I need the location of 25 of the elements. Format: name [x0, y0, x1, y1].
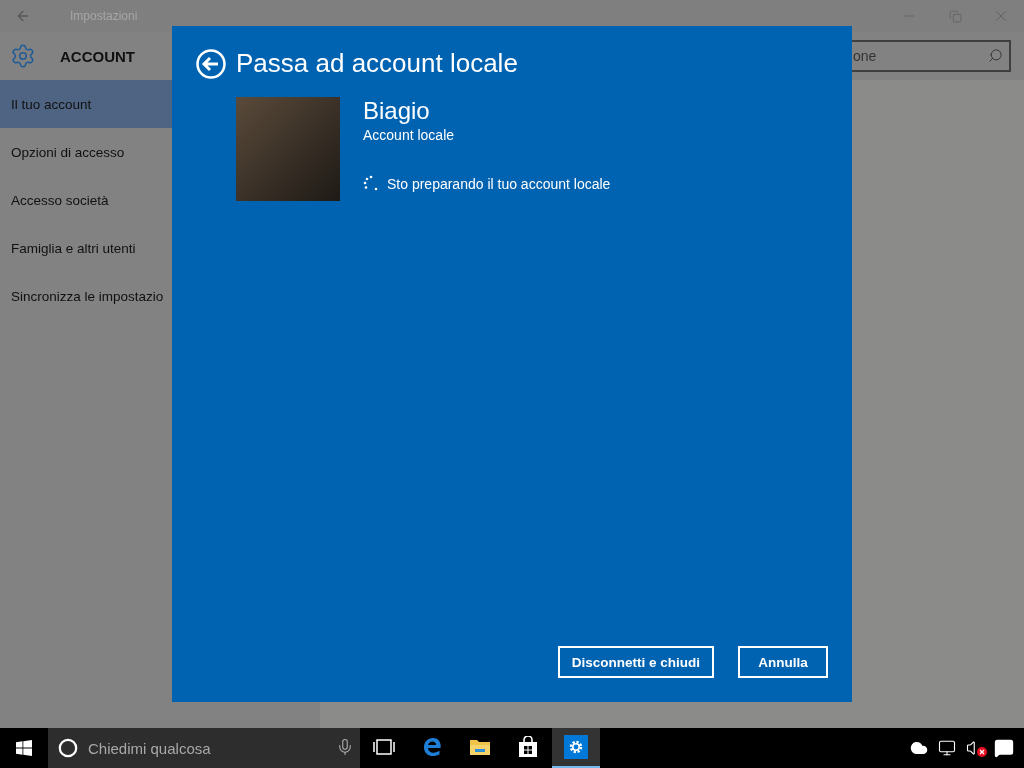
- microphone-icon: [336, 738, 354, 756]
- account-type: Account locale: [363, 127, 456, 143]
- user-name: Biagio: [363, 97, 431, 125]
- settings-icon: [10, 43, 36, 69]
- dialog-button[interactable]: Disconnetti e chiudi: [557, 646, 714, 678]
- back-button[interactable]: [196, 48, 226, 79]
- task-view-icon: [373, 739, 395, 755]
- volume-muted-icon[interactable]: [966, 739, 984, 757]
- search-icon: [988, 48, 1003, 63]
- dialog-button[interactable]: Annulla: [738, 646, 828, 678]
- loading-spinner-icon: [363, 175, 379, 192]
- taskbar-search-field[interactable]: Chiedimi qualcosa: [48, 728, 360, 768]
- notification-icon[interactable]: [994, 738, 1014, 758]
- status-text: Sto preparando il tuo account locale: [387, 175, 611, 192]
- taskbar-app-button[interactable]: [552, 728, 600, 768]
- folder-icon: [469, 738, 491, 756]
- section-title: ACCOUNT: [60, 47, 135, 65]
- cloud-icon[interactable]: [910, 739, 928, 757]
- network-icon[interactable]: [938, 739, 956, 757]
- windows-logo-icon: [16, 740, 32, 756]
- shopping-bag-icon: [518, 736, 538, 758]
- settings-icon: [564, 735, 588, 759]
- circle-icon: [58, 738, 78, 758]
- dialog-title: Passa ad account locale: [236, 48, 518, 79]
- browser-e-icon: [422, 737, 442, 757]
